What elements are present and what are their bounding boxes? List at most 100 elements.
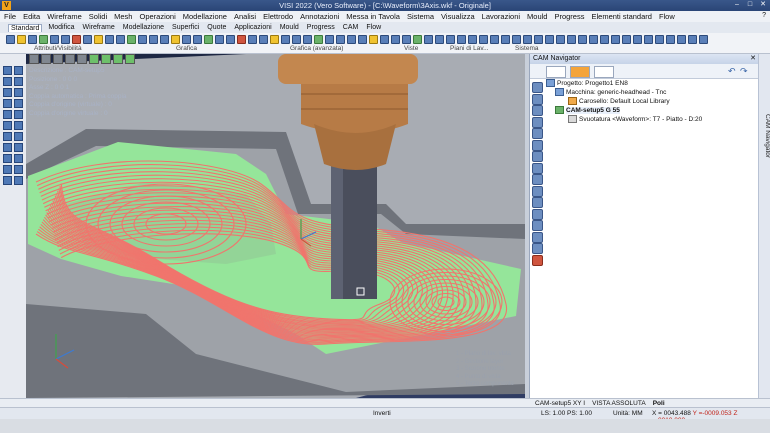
toolbar-tool-icon[interactable] [138, 35, 147, 44]
tree-node-macchina[interactable]: Macchina: generic-headhead - Tnc [546, 88, 702, 97]
navigator-tool-icon[interactable] [532, 254, 543, 266]
navigator-tool-icon[interactable] [532, 197, 543, 208]
toolbar-tool-icon[interactable] [6, 35, 15, 44]
left-tool-icon[interactable] [14, 165, 23, 174]
tab-wireframe[interactable]: Wireframe [81, 24, 117, 31]
menu-visualizza[interactable]: Visualizza [441, 12, 475, 21]
panel-close-icon[interactable]: ✕ [750, 54, 756, 64]
navigator-tool-icon[interactable] [532, 139, 543, 151]
left-tool-icon[interactable] [3, 176, 12, 185]
menu-elementi-standard[interactable]: Elementi standard [591, 12, 651, 21]
menu-mould[interactable]: Mould [527, 12, 547, 21]
left-tool-icon[interactable] [3, 66, 12, 75]
left-tool-icon[interactable] [14, 176, 23, 185]
menu-progress[interactable]: Progress [554, 12, 584, 21]
toolbar-tool-icon[interactable] [688, 35, 697, 44]
left-tool-icon[interactable] [3, 88, 12, 97]
view-button-5[interactable] [77, 54, 87, 64]
toolbar-tool-icon[interactable] [567, 35, 576, 44]
toolbar-tool-icon[interactable] [479, 35, 488, 44]
left-tool-icon[interactable] [3, 143, 12, 152]
navigator-tool-icon[interactable] [532, 82, 543, 93]
left-tool-icon[interactable] [14, 132, 23, 141]
toolbar-tool-icon[interactable] [270, 35, 279, 44]
toolbar-tool-icon[interactable] [61, 35, 70, 44]
toolbar-tool-icon[interactable] [116, 35, 125, 44]
navigator-tool-icon[interactable] [532, 243, 543, 254]
toolbar-tool-icon[interactable] [303, 35, 312, 44]
maximize-button[interactable]: □ [745, 1, 755, 9]
navigator-tool-icon[interactable] [532, 105, 543, 116]
toolbar-tool-icon[interactable] [17, 35, 26, 44]
toolbar-tool-icon[interactable] [127, 35, 136, 44]
tab-flow[interactable]: Flow [364, 24, 383, 31]
toolbar-tool-icon[interactable] [468, 35, 477, 44]
left-tool-icon[interactable] [14, 143, 23, 152]
navigator-tool-icon[interactable] [532, 231, 543, 243]
help-menu[interactable]: ? [762, 12, 766, 19]
view-button-3[interactable] [53, 54, 63, 64]
toolbar-tool-icon[interactable] [358, 35, 367, 44]
toolbar-tool-icon[interactable] [160, 35, 169, 44]
tab-tree-icon[interactable] [546, 66, 566, 78]
tab-superfici[interactable]: Superfici [170, 24, 201, 31]
toolbar-tool-icon[interactable] [325, 35, 334, 44]
toolbar-tool-icon[interactable] [446, 35, 455, 44]
toolbar-tool-icon[interactable] [237, 35, 246, 44]
tab-modifica[interactable]: Modifica [46, 24, 76, 31]
left-tool-icon[interactable] [14, 88, 23, 97]
toolbar-tool-icon[interactable] [655, 35, 664, 44]
menu-annotazioni[interactable]: Annotazioni [300, 12, 339, 21]
view-button-7[interactable] [101, 54, 111, 64]
menu-operazioni[interactable]: Operazioni [139, 12, 175, 21]
toolbar-tool-icon[interactable] [149, 35, 158, 44]
toolbar-tool-icon[interactable] [83, 35, 92, 44]
menu-messa-in-tavola[interactable]: Messa in Tavola [346, 12, 400, 21]
menu-modellazione[interactable]: Modellazione [183, 12, 227, 21]
left-tool-icon[interactable] [14, 154, 23, 163]
toolbar-tool-icon[interactable] [226, 35, 235, 44]
view-button-4[interactable] [65, 54, 75, 64]
menu-elettrodo[interactable]: Elettrodo [263, 12, 293, 21]
toolbar-tool-icon[interactable] [666, 35, 675, 44]
undo-icon[interactable]: ↶ [728, 66, 737, 76]
tab-gear-icon[interactable] [570, 66, 590, 78]
toolbar-tool-icon[interactable] [424, 35, 433, 44]
toolbar-tool-icon[interactable] [589, 35, 598, 44]
toolbar-tool-icon[interactable] [380, 35, 389, 44]
menu-analisi[interactable]: Analisi [234, 12, 256, 21]
left-tool-icon[interactable] [3, 165, 12, 174]
left-tool-icon[interactable] [14, 99, 23, 108]
toolbar-tool-icon[interactable] [292, 35, 301, 44]
navigator-tool-icon[interactable] [532, 93, 543, 105]
toolbar-tool-icon[interactable] [259, 35, 268, 44]
tab-standard[interactable]: Standard [8, 23, 43, 32]
toolbar-tool-icon[interactable] [204, 35, 213, 44]
tab-progress[interactable]: Progress [305, 24, 337, 31]
view-button-8[interactable] [113, 54, 123, 64]
toolbar-tool-icon[interactable] [369, 35, 378, 44]
view-button-9[interactable] [125, 54, 135, 64]
left-tool-icon[interactable] [14, 66, 23, 75]
toolbar-tool-icon[interactable] [215, 35, 224, 44]
left-tool-icon[interactable] [14, 77, 23, 86]
toolbar-tool-icon[interactable] [28, 35, 37, 44]
toolbar-tool-icon[interactable] [314, 35, 323, 44]
toolbar-tool-icon[interactable] [39, 35, 48, 44]
toolbar-tool-icon[interactable] [413, 35, 422, 44]
view-button-1[interactable] [29, 54, 39, 64]
tab-mould[interactable]: Mould [278, 24, 301, 31]
toolbar-tool-icon[interactable] [391, 35, 400, 44]
toolbar-tool-icon[interactable] [94, 35, 103, 44]
left-tool-icon[interactable] [3, 154, 12, 163]
toolbar-tool-icon[interactable] [193, 35, 202, 44]
inverti-button[interactable]: Inverti [373, 410, 391, 417]
toolbar-tool-icon[interactable] [402, 35, 411, 44]
toolbar-tool-icon[interactable] [534, 35, 543, 44]
toolbar-tool-icon[interactable] [336, 35, 345, 44]
tab-quote[interactable]: Quote [205, 24, 228, 31]
tab-applicazioni[interactable]: Applicazioni [232, 24, 273, 31]
left-tool-icon[interactable] [14, 121, 23, 130]
menu-flow[interactable]: Flow [659, 12, 675, 21]
left-tool-icon[interactable] [3, 132, 12, 141]
